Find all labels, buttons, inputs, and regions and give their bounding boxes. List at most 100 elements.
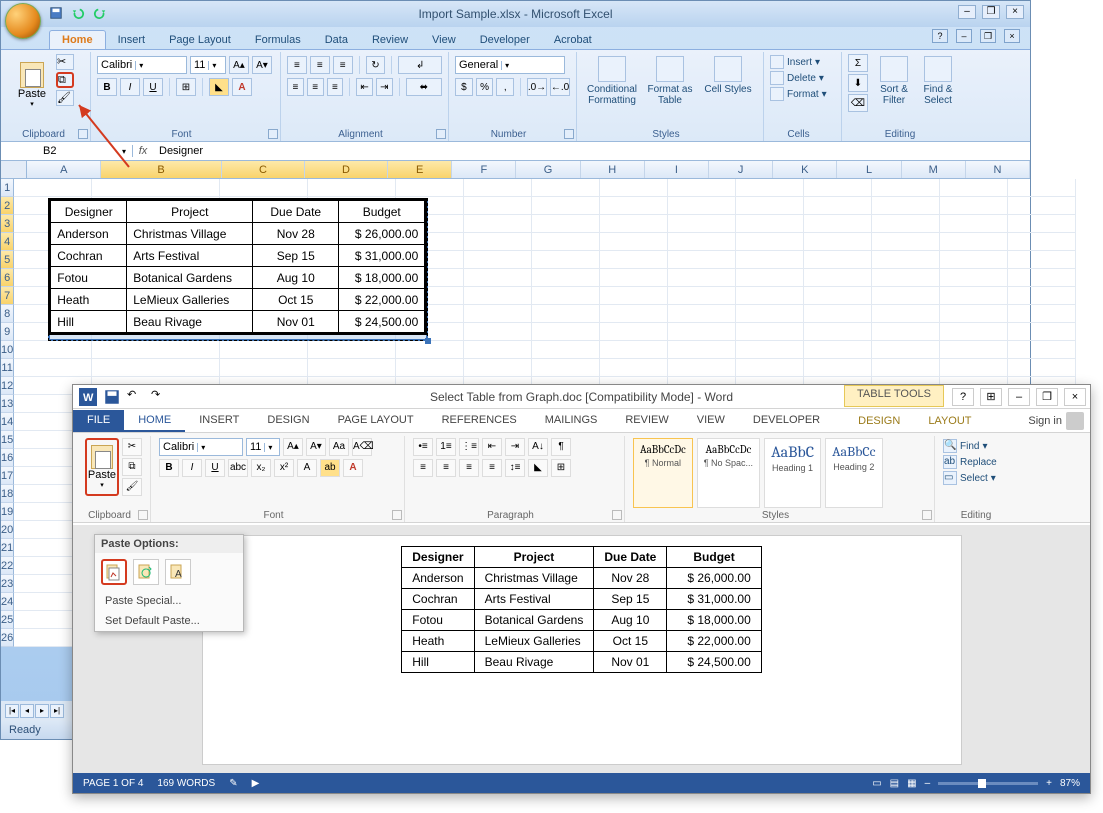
find-button[interactable]: 🔍Find ▾ bbox=[943, 438, 1017, 454]
table-header[interactable]: Project bbox=[127, 201, 253, 223]
word-data-table[interactable]: DesignerProjectDue DateBudgetAndersonChr… bbox=[401, 546, 762, 673]
font-name-combo[interactable]: Calibri▾ bbox=[159, 438, 243, 456]
align-center-icon[interactable]: ≡ bbox=[307, 78, 324, 96]
row-header-9[interactable]: 9 bbox=[1, 323, 14, 341]
row-header-19[interactable]: 19 bbox=[1, 503, 14, 521]
doc-restore-button[interactable]: ❐ bbox=[980, 29, 996, 43]
shrink-font-icon[interactable]: A▾ bbox=[306, 438, 326, 456]
table-row[interactable]: AndersonChristmas VillageNov 28$ 26,000.… bbox=[402, 568, 762, 589]
tab-references[interactable]: REFERENCES bbox=[428, 410, 531, 432]
spellcheck-icon[interactable]: ✎ bbox=[229, 778, 237, 789]
table-header[interactable]: Due Date bbox=[594, 547, 667, 568]
zoom-out-icon[interactable]: – bbox=[925, 778, 931, 789]
close-button[interactable]: × bbox=[1006, 5, 1024, 19]
border-icon[interactable]: ⊞ bbox=[176, 78, 196, 96]
tab-home[interactable]: HOME bbox=[124, 410, 185, 432]
paragraph-launcher[interactable] bbox=[612, 510, 622, 520]
ribbon-options-icon[interactable]: ⊞ bbox=[980, 388, 1002, 406]
tab-view[interactable]: View bbox=[420, 31, 468, 49]
table-header[interactable]: Budget bbox=[667, 547, 761, 568]
grow-font-icon[interactable]: A▴ bbox=[283, 438, 303, 456]
col-header-A[interactable]: A bbox=[27, 161, 101, 178]
macro-icon[interactable]: ▶ bbox=[252, 778, 260, 789]
styles-launcher[interactable] bbox=[922, 510, 932, 520]
cell-styles-button[interactable]: Cell Styles bbox=[699, 54, 757, 97]
row-header-2[interactable]: 2 bbox=[1, 197, 14, 215]
comma-icon[interactable]: , bbox=[496, 78, 514, 96]
sort-icon[interactable]: A↓ bbox=[528, 438, 548, 456]
decrease-indent-icon[interactable]: ⇤ bbox=[482, 438, 502, 456]
style-nospac[interactable]: AaBbCcDc¶ No Spac... bbox=[697, 438, 760, 508]
row-header-21[interactable]: 21 bbox=[1, 539, 14, 557]
cut-icon[interactable]: ✂ bbox=[122, 438, 142, 456]
zoom-level[interactable]: 87% bbox=[1060, 778, 1080, 789]
col-header-H[interactable]: H bbox=[581, 161, 645, 178]
paste-special-item[interactable]: Paste Special... bbox=[95, 591, 243, 611]
tab-insert[interactable]: INSERT bbox=[185, 410, 253, 432]
align-right-icon[interactable]: ≡ bbox=[327, 78, 344, 96]
row-header-16[interactable]: 16 bbox=[1, 449, 14, 467]
tab-developer[interactable]: DEVELOPER bbox=[739, 410, 834, 432]
style-normal[interactable]: AaBbCcDc¶ Normal bbox=[633, 438, 693, 508]
word-paste-button[interactable]: Paste ▾ bbox=[85, 438, 119, 496]
table-row[interactable]: FotouBotanical GardensAug 10$ 18,000.00 bbox=[402, 610, 762, 631]
change-case-icon[interactable]: Aa bbox=[329, 438, 349, 456]
tab-context-design[interactable]: DESIGN bbox=[844, 411, 914, 431]
col-header-I[interactable]: I bbox=[645, 161, 709, 178]
cells-format-button[interactable]: Format ▾ bbox=[770, 86, 835, 102]
multilevel-icon[interactable]: ⋮≡ bbox=[459, 438, 479, 456]
col-header-F[interactable]: F bbox=[452, 161, 516, 178]
row-header-13[interactable]: 13 bbox=[1, 395, 14, 413]
alignment-launcher[interactable] bbox=[436, 129, 446, 139]
increase-indent-icon[interactable]: ⇥ bbox=[376, 78, 393, 96]
tab-mailings[interactable]: MAILINGS bbox=[531, 410, 612, 432]
borders-icon[interactable]: ⊞ bbox=[551, 459, 571, 477]
text-effects-icon[interactable]: A bbox=[297, 459, 317, 477]
office-button[interactable] bbox=[5, 3, 41, 39]
sheet-nav-first-icon[interactable]: |◂ bbox=[5, 704, 19, 718]
decrease-decimal-icon[interactable]: ←.0 bbox=[550, 78, 570, 96]
fx-icon[interactable]: fx bbox=[133, 145, 153, 157]
underline-icon[interactable]: U bbox=[205, 459, 225, 477]
row-header-22[interactable]: 22 bbox=[1, 557, 14, 575]
signin-button[interactable]: Sign in bbox=[1028, 412, 1084, 430]
row-header-23[interactable]: 23 bbox=[1, 575, 14, 593]
undo-icon[interactable]: ↶ bbox=[127, 388, 145, 406]
tab-page-layout[interactable]: PAGE LAYOUT bbox=[324, 410, 428, 432]
restore-button[interactable]: ❐ bbox=[1036, 388, 1058, 406]
web-layout-icon[interactable]: ▦ bbox=[907, 778, 916, 789]
increase-indent-icon[interactable]: ⇥ bbox=[505, 438, 525, 456]
align-bottom-icon[interactable]: ≡ bbox=[333, 56, 353, 74]
shading-icon[interactable]: ◣ bbox=[528, 459, 548, 477]
grow-font-icon[interactable]: A▴ bbox=[229, 56, 249, 74]
row-header-20[interactable]: 20 bbox=[1, 521, 14, 539]
status-words[interactable]: 169 WORDS bbox=[157, 778, 215, 789]
replace-button[interactable]: abReplace bbox=[943, 454, 1017, 470]
wrap-text-icon[interactable]: ↲ bbox=[398, 56, 442, 74]
underline-icon[interactable]: U bbox=[143, 78, 163, 96]
col-header-B[interactable]: B bbox=[101, 161, 222, 178]
tab-review[interactable]: REVIEW bbox=[611, 410, 682, 432]
clipboard-launcher[interactable] bbox=[138, 510, 148, 520]
cells-delete-button[interactable]: Delete ▾ bbox=[770, 70, 835, 86]
row-header-10[interactable]: 10 bbox=[1, 341, 14, 359]
copy-icon[interactable]: ⧉ bbox=[56, 72, 74, 88]
font-color-icon[interactable]: A bbox=[343, 459, 363, 477]
clear-formatting-icon[interactable]: A⌫ bbox=[352, 438, 372, 456]
format-painter-icon[interactable]: 🖌 bbox=[122, 478, 142, 496]
col-header-C[interactable]: C bbox=[222, 161, 305, 178]
table-row[interactable]: CochranArts FestivalSep 15$ 31,000.00 bbox=[402, 589, 762, 610]
bold-icon[interactable]: B bbox=[97, 78, 117, 96]
tab-review[interactable]: Review bbox=[360, 31, 420, 49]
help-icon[interactable]: ? bbox=[932, 29, 948, 43]
table-header[interactable]: Designer bbox=[51, 201, 127, 223]
row-header-17[interactable]: 17 bbox=[1, 467, 14, 485]
col-header-K[interactable]: K bbox=[773, 161, 837, 178]
fill-color-icon[interactable]: ◣ bbox=[209, 78, 229, 96]
table-row[interactable]: HillBeau RivageNov 01$ 24,500.00 bbox=[51, 311, 425, 333]
row-header-3[interactable]: 3 bbox=[1, 215, 14, 233]
tab-insert[interactable]: Insert bbox=[106, 31, 158, 49]
select-all-corner[interactable] bbox=[1, 161, 27, 178]
row-header-18[interactable]: 18 bbox=[1, 485, 14, 503]
tab-data[interactable]: Data bbox=[313, 31, 360, 49]
